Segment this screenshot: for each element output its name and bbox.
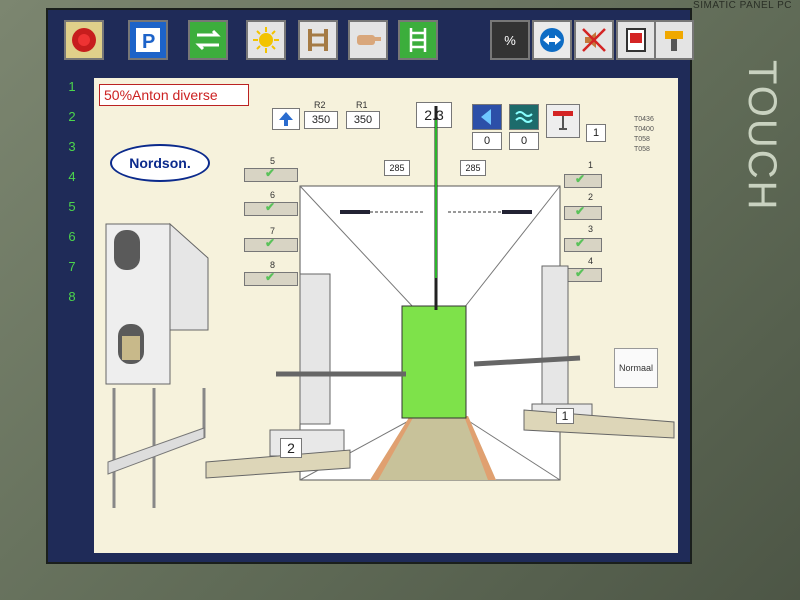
conveyor-icon: [195, 29, 221, 51]
sun-button[interactable]: [246, 20, 286, 60]
hmi-screen: P % 1 2 3 4 5 6 7 8 50%Anton diverse Nor…: [46, 8, 694, 564]
percent-button[interactable]: %: [490, 20, 530, 60]
normal-mode-button[interactable]: Normaal: [614, 348, 658, 388]
hand-button[interactable]: [348, 20, 388, 60]
emergency-stop-button[interactable]: [64, 20, 104, 60]
mute-icon: [582, 28, 606, 52]
row-number[interactable]: 5: [62, 192, 82, 222]
rails-button[interactable]: [298, 20, 338, 60]
row-number[interactable]: 4: [62, 162, 82, 192]
row-number[interactable]: 6: [62, 222, 82, 252]
top-toolbar: P %: [48, 10, 694, 70]
touch-label: TOUCH: [740, 60, 784, 212]
parking-icon: P: [136, 28, 160, 53]
teamviewer-button[interactable]: [532, 20, 572, 60]
tool-icon: [665, 31, 683, 51]
conveyor-button[interactable]: [188, 20, 228, 60]
parking-button[interactable]: P: [128, 20, 168, 60]
hand-icon: [357, 35, 381, 45]
row-number-column: 1 2 3 4 5 6 7 8: [62, 72, 82, 312]
teamviewer-icon: [540, 28, 564, 52]
spray-booth-diagram: [105, 106, 675, 508]
panel-model: SIMATIC PANEL PC: [693, 0, 792, 11]
tablet-icon: [626, 28, 646, 52]
mute-button[interactable]: [574, 20, 614, 60]
row-number[interactable]: 1: [62, 72, 82, 102]
row-number[interactable]: 3: [62, 132, 82, 162]
row-number[interactable]: 2: [62, 102, 82, 132]
emergency-stop-icon: [72, 28, 96, 52]
ladder-icon: [409, 28, 427, 52]
station-label-2: 2: [280, 438, 302, 458]
rails-icon: [308, 29, 328, 51]
ladder-button[interactable]: [398, 20, 438, 60]
process-panel: 50%Anton diverse Nordson. R2 350 R1 350 …: [94, 78, 678, 553]
tool-button[interactable]: [654, 20, 694, 60]
tablet-button[interactable]: [616, 20, 656, 60]
station-label-1: 1: [556, 408, 574, 424]
row-number[interactable]: 7: [62, 252, 82, 282]
sun-icon: [253, 27, 279, 53]
svg-text:P: P: [142, 31, 155, 53]
row-number[interactable]: 8: [62, 282, 82, 312]
